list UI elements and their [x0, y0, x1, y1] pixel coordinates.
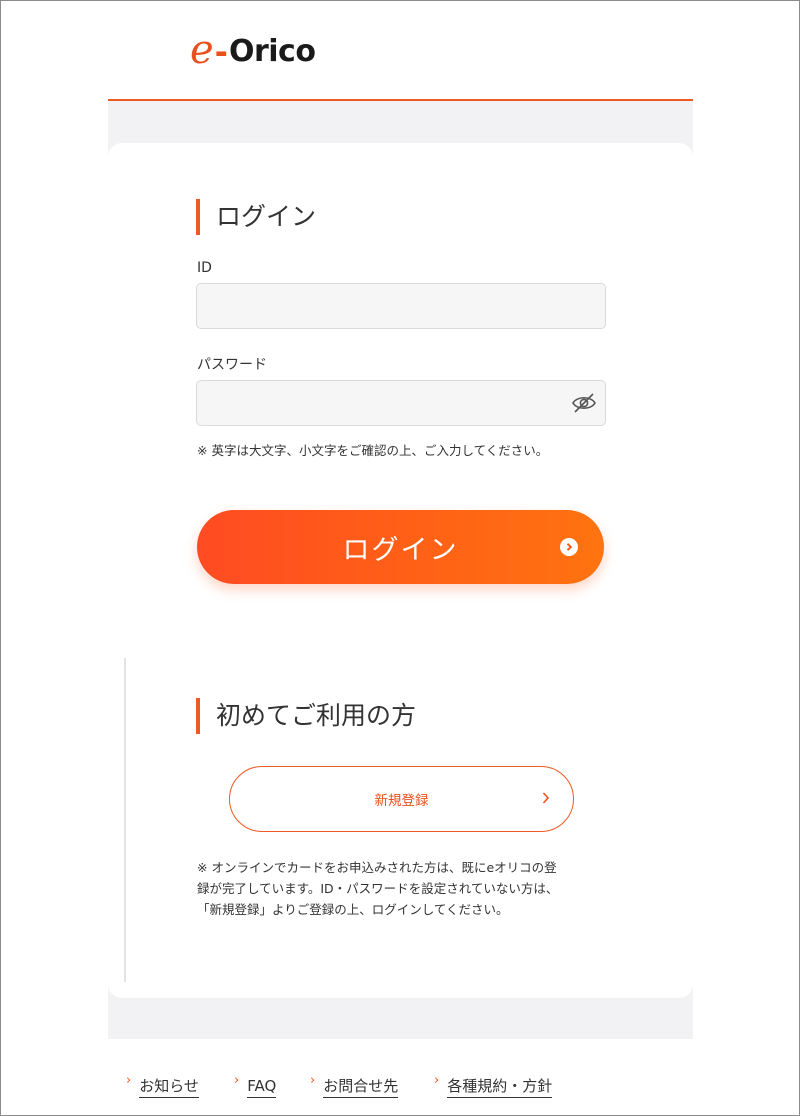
footer-link-label: お問合せ先 — [323, 1076, 399, 1098]
password-input[interactable] — [196, 380, 606, 426]
register-button-label: 新規登録 — [374, 793, 429, 809]
chevron-right-icon: › — [234, 1073, 240, 1088]
footer-link-contact[interactable]: › お問合せ先 — [310, 1073, 399, 1098]
footer-link-policies[interactable]: › 各種規約・方針 — [434, 1073, 553, 1098]
chevron-right-icon: › — [126, 1073, 132, 1088]
footer-link-label: 各種規約・方針 — [447, 1076, 553, 1098]
eye-slash-icon[interactable] — [570, 390, 598, 416]
id-label: ID — [197, 260, 212, 276]
password-label: パスワード — [197, 357, 267, 373]
footer-link-news[interactable]: › お知らせ — [126, 1074, 199, 1098]
chevron-right-circle-icon — [560, 538, 578, 556]
logo-dash: - — [214, 33, 228, 71]
login-button[interactable]: ログイン — [197, 510, 604, 584]
footer-link-label: FAQ — [247, 1076, 277, 1098]
registration-note: ※ オンラインでカードをお申込みされた方は、既にeオリコの登 録が完了しています… — [197, 857, 607, 920]
register-button[interactable]: 新規登録 — [229, 766, 574, 832]
chevron-right-icon — [541, 791, 551, 808]
chevron-right-icon: › — [310, 1073, 316, 1088]
id-input[interactable] — [196, 283, 606, 329]
footer-link-label: お知らせ — [139, 1076, 199, 1098]
section-divider-line — [124, 658, 126, 982]
logo-e-mark: e — [190, 27, 214, 73]
registration-note-line: 「新規登録」よりご登録の上、ログインしてください。 — [197, 902, 509, 917]
logo-wordmark: Orico — [228, 34, 316, 69]
footer-link-faq[interactable]: › FAQ — [234, 1073, 277, 1098]
registration-note-line: 録が完了しています。ID・パスワードを設定されていない方は、 — [197, 881, 559, 896]
login-heading: ログイン — [196, 199, 316, 235]
chevron-right-icon: › — [434, 1073, 440, 1088]
registration-note-line: ※ オンラインでカードをお申込みされた方は、既にeオリコの登 — [197, 860, 557, 875]
case-sensitivity-note: ※ 英字は大文字、小文字をご確認の上、ご入力してください。 — [197, 443, 549, 458]
first-time-heading: 初めてご利用の方 — [196, 698, 416, 734]
login-button-label: ログイン — [342, 534, 459, 566]
footer-nav: › お知らせ › FAQ › お問合せ先 › 各種規約・方針 — [0, 1074, 800, 1100]
eorico-logo[interactable]: e - Orico — [190, 27, 316, 73]
